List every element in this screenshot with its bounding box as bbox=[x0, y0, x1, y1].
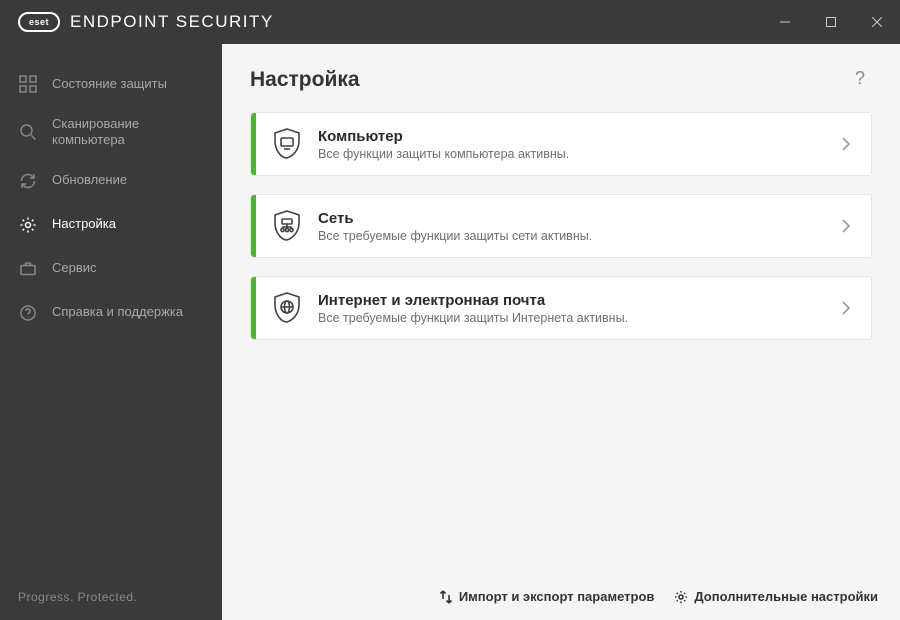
refresh-icon bbox=[18, 171, 38, 191]
card-title: Сеть bbox=[318, 210, 829, 227]
shield-globe-icon bbox=[256, 291, 318, 325]
card-title: Интернет и электронная почта bbox=[318, 292, 829, 309]
setup-card-computer[interactable]: Компьютер Все функции защиты компьютера … bbox=[250, 112, 872, 176]
sidebar: Состояние защиты Сканирование компьютера… bbox=[0, 44, 222, 620]
close-button[interactable] bbox=[854, 0, 900, 44]
chevron-right-icon bbox=[829, 300, 851, 316]
page-title: Настройка bbox=[250, 68, 360, 92]
brand-logo: eset bbox=[18, 12, 60, 32]
sidebar-item-scan[interactable]: Сканирование компьютера bbox=[0, 106, 222, 159]
card-subtitle: Все требуемые функции защиты Интернета а… bbox=[318, 311, 829, 325]
setup-cards: Компьютер Все функции защиты компьютера … bbox=[222, 108, 900, 344]
sidebar-item-setup[interactable]: Настройка bbox=[0, 203, 222, 247]
advanced-settings-link[interactable]: Дополнительные настройки bbox=[674, 589, 878, 604]
briefcase-icon bbox=[18, 259, 38, 279]
setup-card-network[interactable]: Сеть Все требуемые функции защиты сети а… bbox=[250, 194, 872, 258]
main-footer: Импорт и экспорт параметров Дополнительн… bbox=[222, 575, 900, 620]
titlebar: eset ENDPOINT SECURITY bbox=[0, 0, 900, 44]
brand-tagline: Progress. Protected. bbox=[0, 590, 222, 620]
sidebar-item-label: Состояние защиты bbox=[52, 76, 167, 92]
import-export-icon bbox=[439, 590, 453, 604]
magnifier-icon bbox=[18, 122, 38, 142]
sidebar-item-label: Сканирование компьютера bbox=[52, 116, 208, 149]
sidebar-item-status[interactable]: Состояние защиты bbox=[0, 62, 222, 106]
footer-link-label: Импорт и экспорт параметров bbox=[459, 589, 655, 604]
sidebar-item-label: Сервис bbox=[52, 260, 97, 276]
sidebar-item-help[interactable]: Справка и поддержка bbox=[0, 291, 222, 335]
app-title: ENDPOINT SECURITY bbox=[70, 12, 274, 32]
sidebar-item-update[interactable]: Обновление bbox=[0, 159, 222, 203]
card-subtitle: Все функции защиты компьютера активны. bbox=[318, 147, 829, 161]
card-title: Компьютер bbox=[318, 128, 829, 145]
gear-icon bbox=[18, 215, 38, 235]
maximize-button[interactable] bbox=[808, 0, 854, 44]
shield-network-icon bbox=[256, 209, 318, 243]
minimize-button[interactable] bbox=[762, 0, 808, 44]
card-subtitle: Все требуемые функции защиты сети активн… bbox=[318, 229, 829, 243]
setup-card-web-email[interactable]: Интернет и электронная почта Все требуем… bbox=[250, 276, 872, 340]
help-button[interactable]: ? bbox=[848, 68, 872, 92]
sidebar-item-label: Справка и поддержка bbox=[52, 304, 183, 320]
sidebar-item-tools[interactable]: Сервис bbox=[0, 247, 222, 291]
main-panel: Настройка ? Компьютер Все функции защиты… bbox=[222, 44, 900, 620]
chevron-right-icon bbox=[829, 136, 851, 152]
sidebar-item-label: Настройка bbox=[52, 216, 116, 232]
dashboard-icon bbox=[18, 74, 38, 94]
footer-link-label: Дополнительные настройки bbox=[694, 589, 878, 604]
help-icon bbox=[18, 303, 38, 323]
main-header: Настройка ? bbox=[222, 44, 900, 108]
import-export-link[interactable]: Импорт и экспорт параметров bbox=[439, 589, 655, 604]
sidebar-item-label: Обновление bbox=[52, 172, 127, 188]
chevron-right-icon bbox=[829, 218, 851, 234]
shield-monitor-icon bbox=[256, 127, 318, 161]
window-controls bbox=[762, 0, 900, 44]
gear-icon bbox=[674, 590, 688, 604]
